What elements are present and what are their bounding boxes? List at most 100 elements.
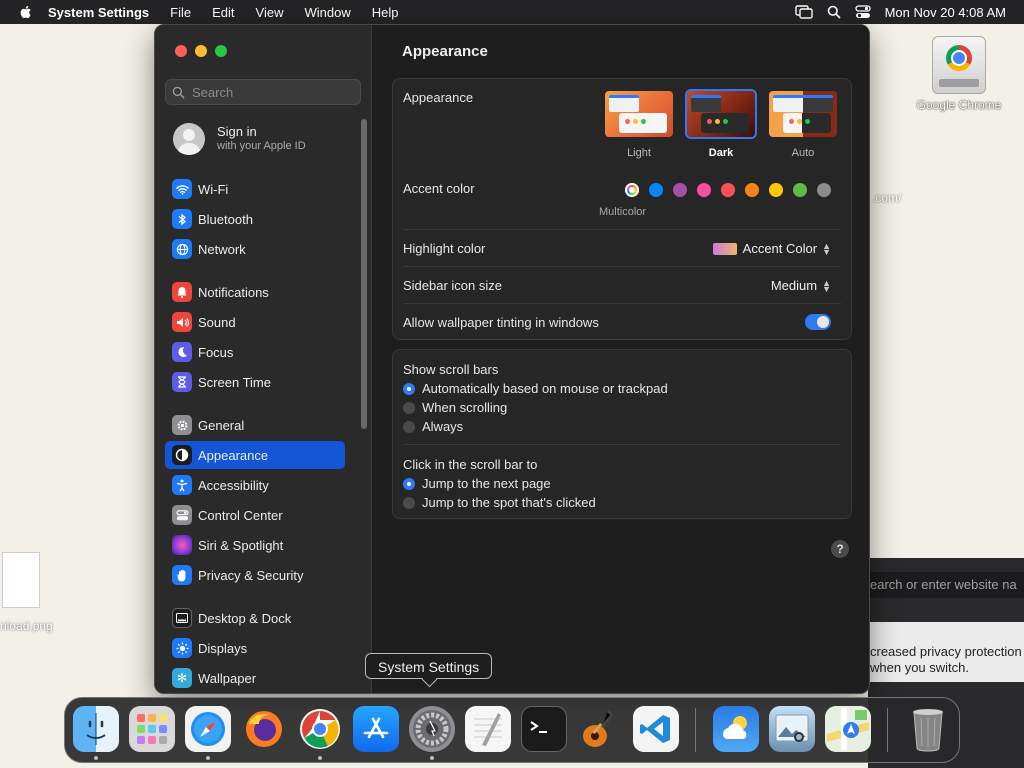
search-field[interactable] <box>165 79 361 105</box>
popup-arrows-icon: ▲ ▼ <box>822 240 831 257</box>
click-next-page-radio[interactable]: Jump to the next page <box>403 474 841 493</box>
sidebar-item-wifi[interactable]: Wi-Fi <box>165 175 345 203</box>
apple-id-sign-in[interactable]: Sign in with your Apple ID <box>173 123 306 155</box>
background-url-fragment: .com/ <box>872 191 902 205</box>
accent-blue-swatch[interactable] <box>649 183 663 197</box>
dock <box>64 697 960 763</box>
sidebar-item-focus[interactable]: Focus <box>165 338 345 366</box>
menu-clock[interactable]: Mon Nov 20 4:08 AM <box>885 5 1006 20</box>
menu-window[interactable]: Window <box>304 5 350 20</box>
chrome-installer-icon <box>932 36 986 94</box>
accent-green-swatch[interactable] <box>793 183 807 197</box>
speaker-icon <box>172 312 192 332</box>
safari-icon[interactable] <box>185 706 231 752</box>
menu-file[interactable]: File <box>170 5 191 20</box>
theme-auto-thumbnail <box>767 89 839 139</box>
sidebar-item-label: Network <box>198 241 246 257</box>
background-address-bar[interactable]: earch or enter website na <box>868 572 1024 598</box>
garageband-icon[interactable] <box>577 706 623 752</box>
sidebar-item-privacy-security[interactable]: Privacy & Security <box>165 561 345 589</box>
accent-purple-swatch[interactable] <box>673 183 687 197</box>
scroll-bars-auto-radio[interactable]: Automatically based on mouse or trackpad <box>403 379 841 398</box>
background-notice-line2: when you switch. <box>870 660 969 675</box>
firefox-icon[interactable] <box>241 706 287 752</box>
sidebar-item-desktop-dock[interactable]: Desktop & Dock <box>165 604 345 632</box>
help-button[interactable]: ? <box>831 540 849 558</box>
sidebar-item-screen-time[interactable]: Screen Time <box>165 368 345 396</box>
accent-swatches <box>625 183 831 197</box>
scroll-bars-always-radio[interactable]: Always <box>403 417 841 436</box>
sidebar-item-label: Wallpaper <box>198 670 257 686</box>
apple-menu-icon[interactable] <box>18 4 34 20</box>
sidebar-item-sound[interactable]: Sound <box>165 308 345 336</box>
menu-edit[interactable]: Edit <box>212 5 234 20</box>
search-input[interactable] <box>190 83 354 101</box>
textedit-icon[interactable] <box>465 706 511 752</box>
sidebar-item-wallpaper[interactable]: ✻ Wallpaper <box>165 664 345 692</box>
scroll-bars-when-scrolling-radio[interactable]: When scrolling <box>403 398 841 417</box>
sidebar-item-notifications[interactable]: Notifications <box>165 278 345 306</box>
sidebar-scrollbar[interactable] <box>361 119 367 429</box>
highlight-color-row: Highlight color Accent Color ▲ ▼ <box>403 241 841 256</box>
system-settings-icon[interactable] <box>409 706 455 752</box>
control-center-icon[interactable] <box>854 5 871 19</box>
sidebar-item-general[interactable]: General <box>165 411 345 439</box>
siri-icon <box>172 535 192 555</box>
desktop-file-icon[interactable] <box>2 552 40 608</box>
theme-dark-option[interactable]: Dark <box>685 89 757 159</box>
show-scroll-bars-label: Show scroll bars <box>403 362 499 377</box>
close-button[interactable] <box>175 45 187 57</box>
terminal-icon[interactable] <box>521 706 567 752</box>
sign-in-title: Sign in <box>217 124 257 139</box>
dock-icon <box>172 608 192 628</box>
desktop-chrome-label: Google Chrome <box>916 98 1002 112</box>
sidebar-item-accessibility[interactable]: Accessibility <box>165 471 345 499</box>
vscode-icon[interactable] <box>633 706 679 752</box>
sidebar-icon-size-value: Medium <box>770 278 818 293</box>
menu-help[interactable]: Help <box>372 5 399 20</box>
maps-icon[interactable] <box>825 706 871 752</box>
accent-graphite-swatch[interactable] <box>817 183 831 197</box>
finder-icon[interactable] <box>73 706 119 752</box>
show-scroll-bars-section: Show scroll bars Automatically based on … <box>403 360 841 436</box>
chrome-icon[interactable] <box>297 706 343 752</box>
page-title: Appearance <box>402 43 488 60</box>
preview-icon[interactable] <box>769 706 815 752</box>
sidebar-item-appearance[interactable]: Appearance <box>165 441 345 469</box>
trash-icon[interactable] <box>905 706 951 752</box>
menu-view[interactable]: View <box>256 5 284 20</box>
app-store-icon[interactable] <box>353 706 399 752</box>
theme-auto-option[interactable]: Auto <box>767 89 839 159</box>
zoom-button[interactable] <box>215 45 227 57</box>
radio-unselected-icon <box>403 420 415 433</box>
appearance-group: Appearance Light Dark Auto Accent color … <box>392 78 852 340</box>
desktop-chrome-item[interactable]: Google Chrome <box>912 36 1006 112</box>
accent-multicolor-swatch[interactable] <box>625 183 639 197</box>
launchpad-icon[interactable] <box>129 706 175 752</box>
screen-mirroring-icon[interactable] <box>794 5 813 19</box>
highlight-color-label: Highlight color <box>403 241 486 256</box>
sidebar-item-displays[interactable]: Displays <box>165 634 345 662</box>
sidebar-item-siri-spotlight[interactable]: Siri & Spotlight <box>165 531 345 559</box>
accent-orange-swatch[interactable] <box>745 183 759 197</box>
radio-label: Always <box>422 419 464 434</box>
spotlight-search-icon[interactable] <box>827 5 841 19</box>
sidebar-item-control-center[interactable]: Control Center <box>165 501 345 529</box>
minimize-button[interactable] <box>195 45 207 57</box>
sidebar-item-network[interactable]: Network <box>165 235 345 263</box>
sidebar-icon-size-popup[interactable]: Medium ▲ ▼ <box>771 278 831 293</box>
radio-unselected-icon <box>403 401 415 414</box>
accent-yellow-swatch[interactable] <box>769 183 783 197</box>
menu-app-name[interactable]: System Settings <box>48 5 149 20</box>
sidebar-item-bluetooth[interactable]: Bluetooth <box>165 205 345 233</box>
theme-light-option[interactable]: Light <box>603 89 675 159</box>
dock-tooltip: System Settings <box>365 653 493 679</box>
click-spot-radio[interactable]: Jump to the spot that's clicked <box>403 493 841 512</box>
highlight-color-popup[interactable]: Accent Color ▲ ▼ <box>712 240 831 257</box>
accent-red-swatch[interactable] <box>721 183 735 197</box>
accent-pink-swatch[interactable] <box>697 183 711 197</box>
radio-selected-icon <box>403 382 415 395</box>
snowflake-icon: ✻ <box>172 668 192 688</box>
wallpaper-tinting-toggle[interactable] <box>805 314 831 330</box>
weather-icon[interactable] <box>713 706 759 752</box>
